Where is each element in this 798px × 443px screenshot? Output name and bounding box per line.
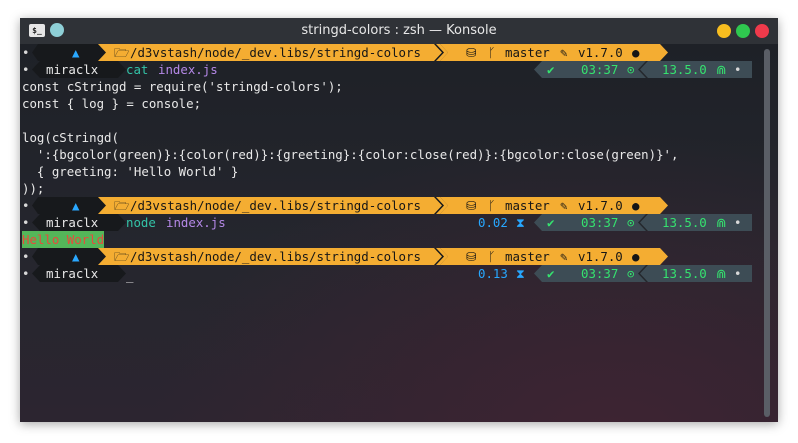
clock-icon: ⊙ <box>627 266 635 281</box>
clock-time: 03:37 <box>581 215 619 230</box>
bullet-icon: • <box>22 215 30 230</box>
code-line: ':{bgcolor(green)}:{color(red)}:{greetin… <box>22 147 679 162</box>
hourglass-icon: ⧗ <box>516 215 525 230</box>
code-line: const { log } = console; <box>22 96 202 111</box>
code-line: log(cStringd( <box>22 130 119 145</box>
exec-duration: 0.02 <box>478 215 508 230</box>
bullet-icon: • <box>734 266 742 281</box>
git-icon: ⛁ <box>466 45 477 60</box>
tag-icon: ✎ <box>560 198 568 213</box>
current-path: /d3vstash/node/_dev.libs/stringd-colors <box>130 249 421 264</box>
close-button[interactable] <box>755 24 769 38</box>
git-branch: master <box>505 198 550 213</box>
folder-icon: 🗁 <box>114 198 130 213</box>
username: miraclx <box>46 215 99 230</box>
git-segment-end-shape <box>660 248 668 265</box>
tag-icon: ✎ <box>560 249 568 264</box>
window-title: stringd-colors : zsh — Konsole <box>301 23 497 38</box>
node-version: 13.5.0 <box>662 62 707 77</box>
bullet-icon: • <box>22 249 30 264</box>
terminal-area[interactable]: • ▲ 🗁 /d3vstash/node/_dev.libs/stringd-c… <box>20 44 778 422</box>
command-cat: cat <box>126 62 149 77</box>
hourglass-icon: ⧗ <box>516 266 525 281</box>
minimize-button[interactable] <box>717 24 731 38</box>
node-icon: ⋒ <box>716 266 727 281</box>
git-icon: ⛁ <box>466 198 477 213</box>
code-line: { greeting: 'Hello World' } <box>22 164 239 179</box>
check-icon: ✔ <box>547 266 555 281</box>
package-version: v1.7.0 <box>578 45 623 60</box>
git-dirty-dot-icon: ● <box>632 198 640 213</box>
username: miraclx <box>46 266 99 281</box>
branch-icon: ᚴ <box>488 249 496 264</box>
konsole-window: $_ stringd-colors : zsh — Konsole • ▲ 🗁 … <box>20 18 778 422</box>
code-line: )); <box>22 181 45 196</box>
git-segment-end-shape <box>660 197 668 214</box>
check-icon: ✔ <box>547 62 555 77</box>
clock-icon: ⊙ <box>627 215 635 230</box>
os-arrow-icon: ▲ <box>72 198 80 213</box>
username: miraclx <box>46 62 99 77</box>
branch-icon: ᚴ <box>488 45 496 60</box>
git-dirty-dot-icon: ● <box>632 249 640 264</box>
exec-duration: 0.13 <box>478 266 508 281</box>
package-version: v1.7.0 <box>578 249 623 264</box>
tag-icon: ✎ <box>560 45 568 60</box>
code-line: const cStringd = require('stringd-colors… <box>22 79 343 94</box>
maximize-button[interactable] <box>736 24 750 38</box>
git-branch: master <box>505 249 550 264</box>
current-path: /d3vstash/node/_dev.libs/stringd-colors <box>130 45 421 60</box>
bullet-icon: • <box>734 215 742 230</box>
folder-icon: 🗁 <box>114 45 130 60</box>
bullet-icon: • <box>22 45 30 60</box>
git-branch: master <box>505 45 550 60</box>
clock-time: 03:37 <box>581 62 619 77</box>
bullet-icon: • <box>22 198 30 213</box>
bullet-icon: • <box>22 62 30 77</box>
git-dirty-dot-icon: ● <box>632 45 640 60</box>
node-version: 13.5.0 <box>662 215 707 230</box>
current-path: /d3vstash/node/_dev.libs/stringd-colors <box>130 198 421 213</box>
folder-icon: 🗁 <box>114 249 130 264</box>
bullet-icon: • <box>734 62 742 77</box>
os-arrow-icon: ▲ <box>72 45 80 60</box>
package-version: v1.7.0 <box>578 198 623 213</box>
node-icon: ⋒ <box>716 62 727 77</box>
clock-time: 03:37 <box>581 266 619 281</box>
node-icon: ⋒ <box>716 215 727 230</box>
os-arrow-icon: ▲ <box>72 249 80 264</box>
git-segment-end-shape <box>660 44 668 61</box>
clock-icon: ⊙ <box>627 62 635 77</box>
branch-icon: ᚴ <box>488 198 496 213</box>
check-icon: ✔ <box>547 215 555 230</box>
text-cursor[interactable]: _ <box>126 267 133 284</box>
git-icon: ⛁ <box>466 249 477 264</box>
command-arg: index.js <box>166 215 226 230</box>
program-output: Hello World <box>22 231 105 248</box>
command-arg: index.js <box>158 62 218 77</box>
scrollbar[interactable] <box>764 49 770 417</box>
node-version: 13.5.0 <box>662 266 707 281</box>
command-node: node <box>126 215 156 230</box>
bullet-icon: • <box>22 266 30 281</box>
title-bar[interactable]: $_ stringd-colors : zsh — Konsole <box>20 18 778 44</box>
